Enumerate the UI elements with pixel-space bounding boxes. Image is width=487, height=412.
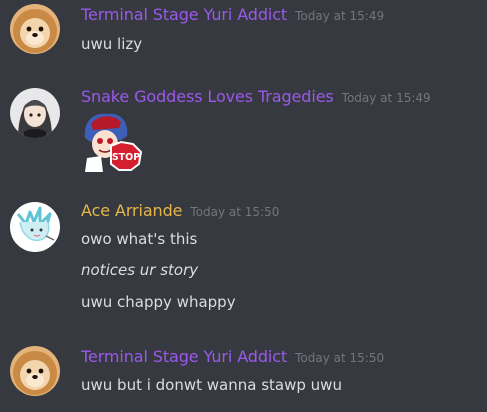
message-header: Terminal Stage Yuri Addict Today at 15:49	[81, 4, 384, 26]
stop-sign-emote[interactable]: STOP	[81, 110, 143, 172]
chat-message-list: Terminal Stage Yuri Addict Today at 15:49…	[0, 0, 487, 412]
anime-girl-avatar[interactable]	[10, 88, 60, 138]
message-header: Ace Arriande Today at 15:50	[81, 200, 279, 222]
username[interactable]: Snake Goddess Loves Tragedies	[81, 87, 334, 106]
pomeranian-avatar[interactable]	[10, 4, 60, 54]
stop-sign-label: STOP	[112, 152, 140, 163]
message-text: owo what's this	[81, 230, 198, 248]
timestamp: Today at 15:49	[295, 9, 385, 23]
message-text: uwu but i donwt wanna stawp uwu	[81, 376, 342, 394]
message-header: Terminal Stage Yuri Addict Today at 15:50	[81, 346, 384, 368]
message-header: Snake Goddess Loves Tragedies Today at 15…	[81, 86, 431, 108]
pomeranian-avatar[interactable]	[10, 346, 60, 396]
username[interactable]: Ace Arriande	[81, 201, 183, 220]
message-text: notices ur story	[81, 261, 199, 279]
timestamp: Today at 15:50	[190, 205, 280, 219]
message-text: uwu chappy whappy	[81, 293, 236, 311]
message-text: uwu lizy	[81, 35, 143, 53]
timestamp: Today at 15:49	[341, 91, 431, 105]
username[interactable]: Terminal Stage Yuri Addict	[81, 5, 287, 24]
username[interactable]: Terminal Stage Yuri Addict	[81, 347, 287, 366]
sketch-character-avatar[interactable]	[10, 202, 60, 252]
timestamp: Today at 15:50	[295, 351, 385, 365]
